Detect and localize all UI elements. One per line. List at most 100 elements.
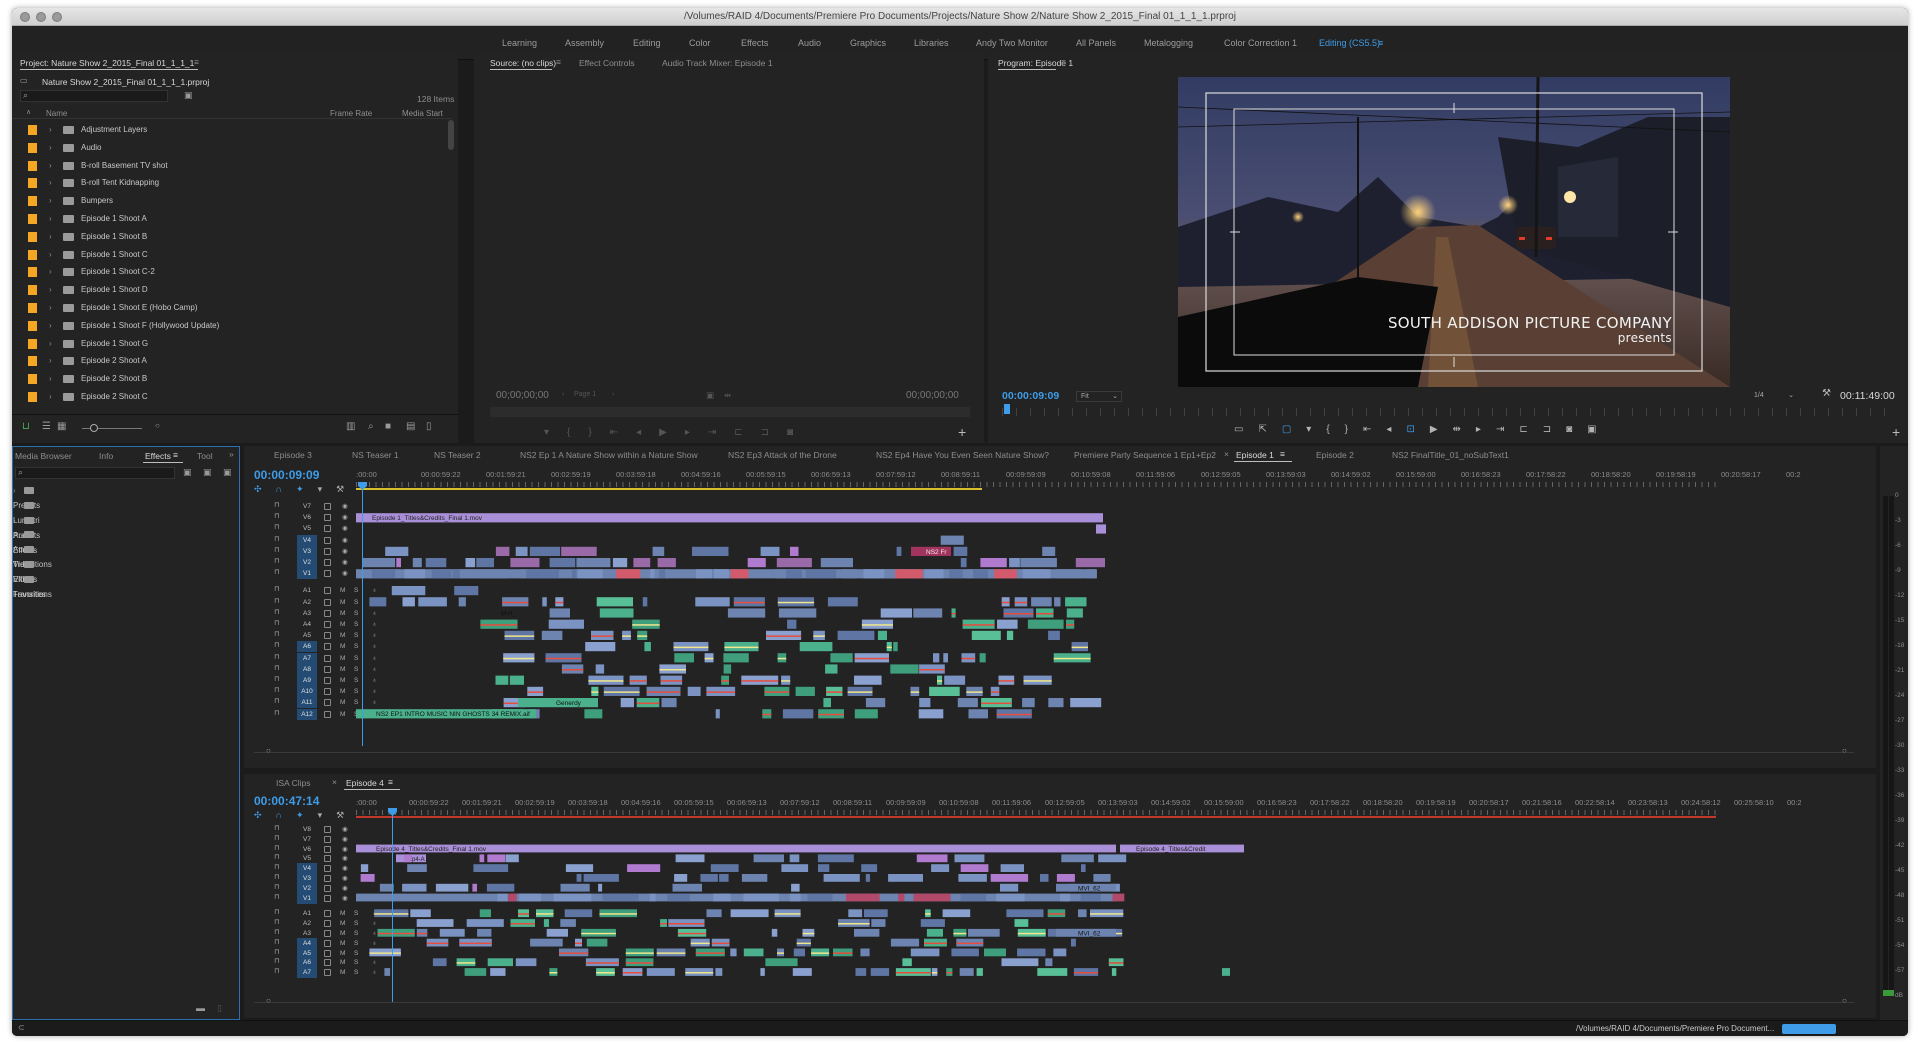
mark-in-icon[interactable]: {	[567, 427, 570, 438]
wrench-icon[interactable]: ⚒	[1822, 388, 1831, 399]
sync-lock-icon[interactable]	[324, 570, 331, 578]
automate-icon[interactable]: ▥	[346, 421, 355, 432]
sequence-tab[interactable]: NS2 Ep 1 A Nature Show within a Nature S…	[520, 450, 698, 460]
multicam-icon[interactable]: ▣	[1587, 424, 1596, 435]
sequence-tab[interactable]: NS Teaser 1	[352, 450, 399, 460]
sync-lock-icon[interactable]	[324, 598, 331, 606]
effects-folder-row[interactable]: ›Presets	[13, 483, 40, 510]
tools-tab[interactable]: Tool	[197, 451, 213, 461]
sync-lock-icon[interactable]	[324, 643, 331, 651]
timeline1-timecode[interactable]: 00:00:09:09	[254, 468, 319, 482]
sync-lock-icon[interactable]	[324, 503, 331, 510]
bin-row[interactable]: › Episode 1 Shoot A	[12, 210, 452, 228]
lock-icon[interactable]: ⊓	[274, 844, 281, 852]
mute-button[interactable]: M	[340, 619, 345, 630]
marker-icon[interactable]: ▾	[318, 484, 323, 495]
track-name[interactable]: A8	[297, 663, 317, 675]
play-icon[interactable]: ▶	[659, 427, 667, 438]
lift-icon[interactable]: ⇱	[1258, 424, 1266, 435]
workspace-andy-two-monitor[interactable]: Andy Two Monitor	[976, 38, 1048, 48]
lift-clip-icon[interactable]: ⊏	[1519, 424, 1527, 435]
project-search-input[interactable]	[20, 90, 168, 102]
lock-icon[interactable]: ⊓	[274, 834, 281, 842]
sequence-tab[interactable]: NS2 FinalTitle_01_noSubText1	[1392, 450, 1509, 460]
settings-wrench-icon[interactable]: ⚒	[336, 810, 344, 821]
lock-icon[interactable]: ⊓	[274, 873, 281, 881]
column-name[interactable]: Name	[46, 109, 67, 118]
label-color-swatch[interactable]	[28, 249, 37, 260]
track-name[interactable]: A11	[297, 697, 317, 709]
sync-lock-icon[interactable]	[324, 930, 331, 937]
find-icon[interactable]: ⌕	[368, 421, 374, 432]
mute-button[interactable]: M	[340, 664, 345, 675]
workspace-libraries[interactable]: Libraries	[914, 38, 949, 48]
workspace-effects[interactable]: Effects	[741, 38, 768, 48]
label-color-swatch[interactable]	[28, 178, 37, 189]
lock-icon[interactable]: ⊓	[274, 938, 281, 946]
sync-lock-icon[interactable]	[324, 855, 331, 863]
add-marker-icon[interactable]: ✦	[296, 484, 304, 495]
sync-lock-icon[interactable]	[324, 547, 331, 555]
expand-triangle-icon[interactable]: ›	[13, 575, 16, 584]
linked-selection-icon[interactable]: ∩	[276, 484, 282, 495]
workspace-learning[interactable]: Learning	[502, 38, 537, 48]
expand-triangle-icon[interactable]: ›	[49, 246, 52, 264]
add-marker-icon[interactable]: ▾	[544, 427, 549, 438]
sequence-tab[interactable]: Episode 2	[1316, 450, 1354, 460]
sort-icon[interactable]: ○	[155, 421, 160, 430]
lock-icon[interactable]: ⊓	[274, 697, 281, 705]
marker-icon[interactable]: ▾	[318, 810, 323, 821]
close-window-button[interactable]	[20, 12, 30, 22]
mute-button[interactable]: M	[340, 597, 345, 608]
icon-view-icon[interactable]: ▦	[57, 421, 66, 432]
go-to-in-icon[interactable]: ⇤	[1363, 424, 1371, 435]
sync-lock-icon[interactable]	[324, 621, 331, 628]
expand-triangle-icon[interactable]: ›	[49, 335, 52, 353]
project-tab[interactable]: Project: Nature Show 2_2015_Final 01_1_1…	[20, 58, 194, 68]
lock-icon[interactable]: ⊓	[274, 568, 281, 576]
snap-icon[interactable]: ✣	[254, 484, 262, 495]
bin-row[interactable]: › Episode 1 Shoot C	[12, 246, 452, 264]
expand-triangle-icon[interactable]: ›	[49, 263, 52, 281]
effects-search-input[interactable]	[15, 467, 175, 479]
sync-lock-icon[interactable]	[324, 609, 331, 617]
label-color-swatch[interactable]	[28, 392, 37, 402]
sync-lock-icon[interactable]	[324, 835, 331, 843]
expand-triangle-icon[interactable]: ›	[49, 370, 52, 388]
add-marker-icon[interactable]: ▾	[1306, 424, 1311, 435]
sync-lock-icon[interactable]	[324, 632, 331, 640]
track-name[interactable]: A10	[297, 686, 317, 698]
expand-triangle-icon[interactable]: ›	[49, 388, 52, 406]
label-color-swatch[interactable]	[28, 196, 37, 207]
bin-row[interactable]: › B-roll Tent Kidnapping	[12, 174, 452, 192]
sync-lock-icon[interactable]	[324, 865, 331, 873]
camera-icon[interactable]: ◙	[787, 427, 793, 438]
effects-folder-row[interactable]: › Favorites	[13, 572, 46, 599]
source-add-button-icon[interactable]: +	[958, 424, 966, 440]
workspace-editing-cs55[interactable]: Editing (CS5.5)	[1319, 38, 1380, 48]
sequence-tab[interactable]: NS Teaser 2	[434, 450, 481, 460]
minimize-window-button[interactable]	[36, 12, 46, 22]
track-name[interactable]: V3	[297, 545, 317, 557]
sync-lock-icon[interactable]	[324, 920, 331, 928]
track-name[interactable]: V5	[297, 523, 317, 534]
expand-triangle-icon[interactable]: ›	[49, 281, 52, 299]
work-area-bar[interactable]	[356, 488, 982, 490]
bin-row[interactable]: › Episode 1 Shoot F (Hollywood Update)	[12, 317, 452, 335]
mark-out-icon[interactable]: }	[1345, 424, 1348, 435]
32bit-icon[interactable]: ▣	[203, 467, 212, 478]
mark-in-icon[interactable]: {	[1326, 424, 1329, 435]
lock-icon[interactable]: ⊓	[274, 501, 281, 509]
zoom-slider[interactable]	[90, 424, 98, 432]
bin-filter-icon[interactable]: ▣	[184, 90, 193, 101]
label-color-swatch[interactable]	[28, 214, 37, 224]
mute-button[interactable]: M	[340, 585, 345, 596]
mark-out-icon[interactable]: }	[588, 427, 591, 438]
sync-lock-icon[interactable]	[324, 559, 331, 566]
delete-icon[interactable]: ▯	[217, 1003, 222, 1014]
bin-row[interactable]: › Episode 1 Shoot D	[12, 281, 452, 299]
expand-triangle-icon[interactable]: ›	[49, 157, 52, 175]
expand-triangle-icon[interactable]: ›	[49, 121, 52, 139]
bin-row[interactable]: › Episode 2 Shoot A	[12, 352, 452, 370]
track-name[interactable]: A3	[297, 608, 317, 619]
